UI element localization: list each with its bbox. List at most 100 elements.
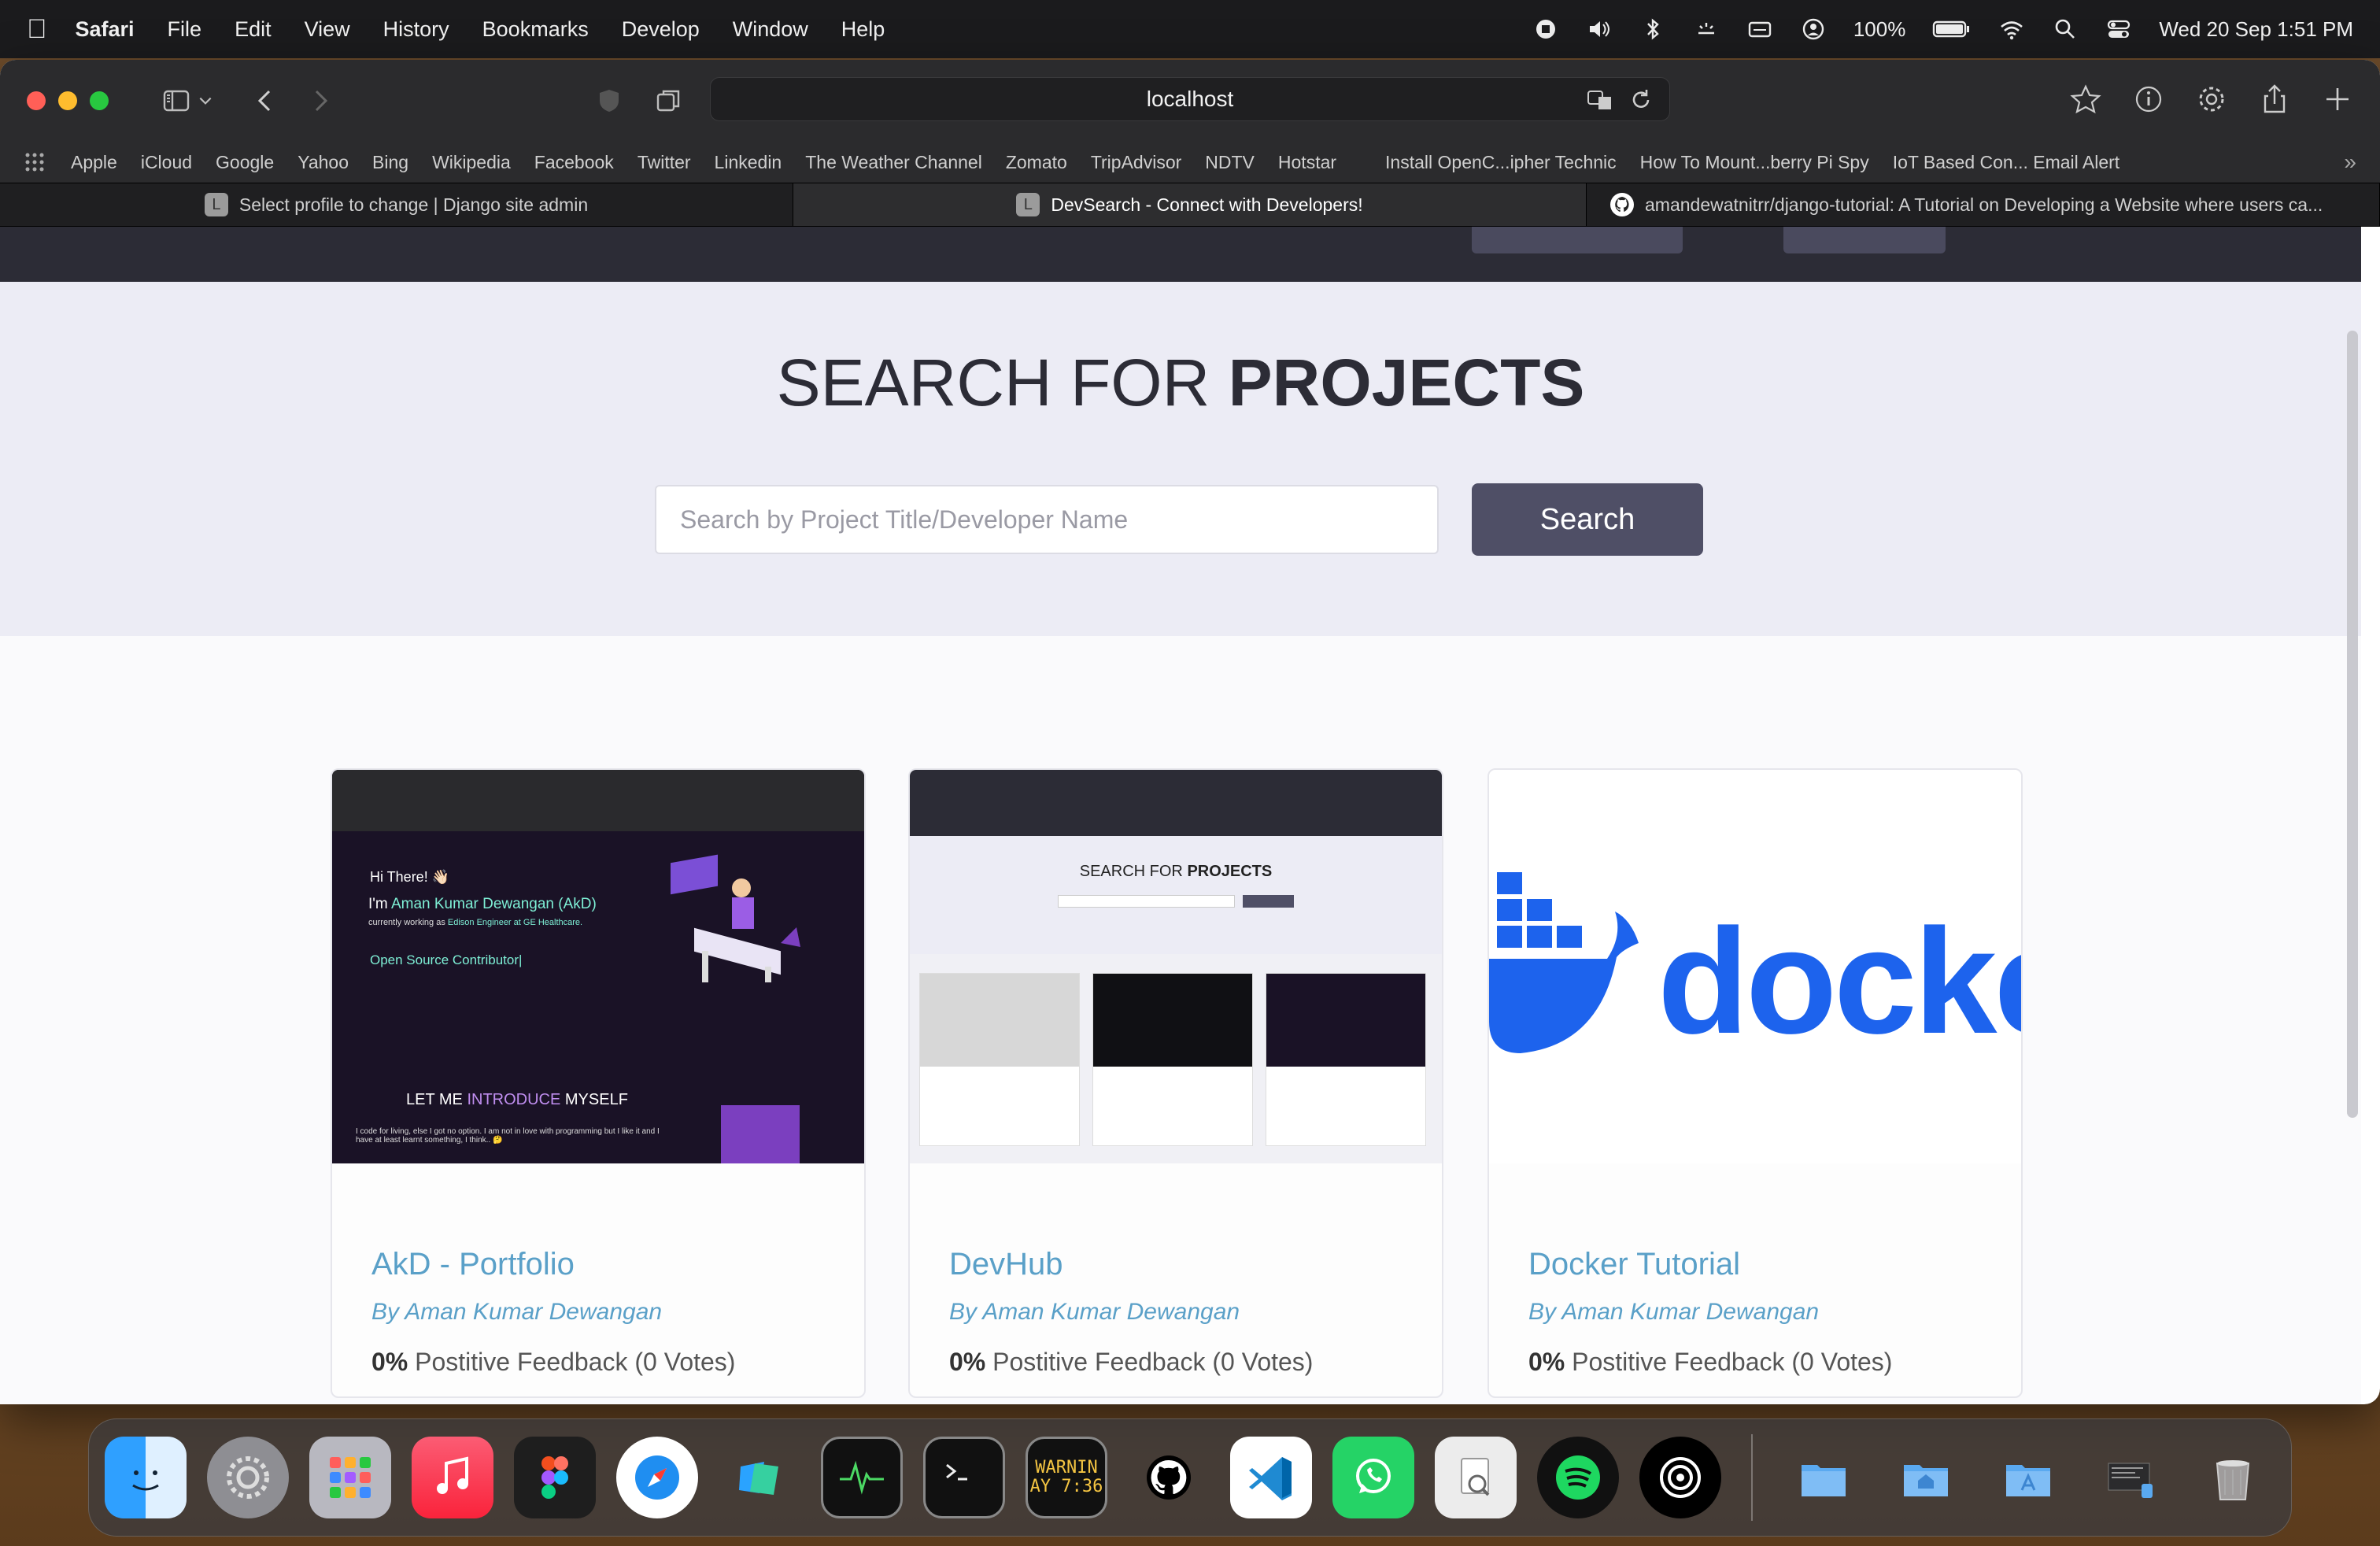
share-icon[interactable]: [2259, 83, 2290, 115]
settings-gear-icon[interactable]: [2196, 83, 2227, 115]
project-author[interactable]: By Aman Kumar Dewangan: [1528, 1299, 1819, 1326]
project-card[interactable]: docke Docker Tutorial By Aman Kumar Dewa…: [1488, 768, 2023, 1398]
bookmark-hotstar[interactable]: Hotstar: [1278, 152, 1336, 173]
tab-overview-icon[interactable]: [652, 83, 686, 118]
menu-develop[interactable]: Develop: [622, 17, 700, 42]
bookmark-apple[interactable]: Apple: [71, 152, 117, 173]
trash-icon[interactable]: [2192, 1437, 2274, 1518]
spotlight-search-icon[interactable]: [2052, 16, 2079, 43]
project-card[interactable]: Hi There! 👋🏻 I'm Aman Kumar Dewangan (Ak…: [331, 768, 866, 1398]
project-author[interactable]: By Aman Kumar Dewangan: [949, 1299, 1240, 1326]
close-window-button[interactable]: [27, 91, 46, 110]
console-icon[interactable]: WARNIN AY 7:36: [1026, 1437, 1107, 1518]
launchpad-icon[interactable]: [309, 1437, 391, 1518]
spotify-icon[interactable]: [1537, 1437, 1619, 1518]
control-center-icon[interactable]: [2105, 16, 2132, 43]
bookmark-wikipedia[interactable]: Wikipedia: [432, 152, 511, 173]
menu-file[interactable]: File: [168, 17, 202, 42]
tab-devsearch[interactable]: L DevSearch - Connect with Developers!: [793, 183, 1587, 226]
bookmark-install-openc[interactable]: Install OpenC...ipher Technic: [1385, 152, 1617, 173]
bookmark-google[interactable]: Google: [216, 152, 274, 173]
forward-icon[interactable]: [302, 83, 337, 118]
menu-history[interactable]: History: [383, 17, 449, 42]
translate-icon[interactable]: [1586, 86, 1614, 114]
whatsapp-icon[interactable]: [1332, 1437, 1414, 1518]
bookmark-star-icon[interactable]: [2070, 83, 2101, 115]
bookmark-zomato[interactable]: Zomato: [1006, 152, 1067, 173]
vscode-icon[interactable]: [1230, 1437, 1312, 1518]
menu-window[interactable]: Window: [733, 17, 808, 42]
bookmark-icloud[interactable]: iCloud: [141, 152, 192, 173]
address-bar[interactable]: localhost: [710, 77, 1670, 121]
bookmark-how-to-mount[interactable]: How To Mount...berry Pi Spy: [1640, 152, 1869, 173]
project-title[interactable]: AkD - Portfolio: [371, 1247, 575, 1282]
zoom-window-button[interactable]: [90, 91, 109, 110]
bookmarks-overflow-icon[interactable]: »: [2344, 150, 2356, 175]
chevron-down-icon[interactable]: [194, 83, 217, 118]
tab-github-repo[interactable]: amandewatnitrr/django-tutorial: A Tutori…: [1587, 183, 2380, 226]
screen-record-icon[interactable]: [1532, 16, 1559, 43]
project-card[interactable]: SEARCH FOR PROJECTS DevHub By Aman Kumar…: [908, 768, 1443, 1398]
new-tab-icon[interactable]: [2322, 83, 2353, 115]
applications-folder-icon[interactable]: [1987, 1437, 2069, 1518]
search-input[interactable]: Search by Project Title/Developer Name: [655, 485, 1439, 554]
github-desktop-icon[interactable]: [1128, 1437, 1210, 1518]
search-button[interactable]: Search: [1472, 483, 1703, 556]
info-icon[interactable]: [2133, 83, 2164, 115]
bookmark-twitter[interactable]: Twitter: [638, 152, 691, 173]
minimize-window-button[interactable]: [58, 91, 77, 110]
safari-icon[interactable]: [616, 1437, 698, 1518]
screens-icon[interactable]: [719, 1437, 800, 1518]
volume-icon[interactable]: [1586, 16, 1613, 43]
back-icon[interactable]: [249, 83, 283, 118]
menu-help[interactable]: Help: [841, 17, 885, 42]
bookmark-iot-based[interactable]: IoT Based Con... Email Alert: [1893, 152, 2120, 173]
menu-edit[interactable]: Edit: [235, 17, 272, 42]
privacy-shield-icon[interactable]: [592, 83, 626, 118]
bookmark-ndtv[interactable]: NDTV: [1205, 152, 1255, 173]
project-thumbnail[interactable]: SEARCH FOR PROJECTS: [910, 770, 1442, 1163]
logout-nav-button[interactable]: [1783, 227, 1946, 253]
bookmarks-bar: Apple iCloud Google Yahoo Bing Wikipedia…: [0, 142, 2380, 183]
terminal-icon[interactable]: [923, 1437, 1005, 1518]
project-title[interactable]: Docker Tutorial: [1528, 1247, 1740, 1282]
wifi-icon[interactable]: [1998, 16, 2025, 43]
brightness-icon[interactable]: [1693, 16, 1720, 43]
folder-icon[interactable]: [1783, 1437, 1864, 1518]
bookmark-yahoo[interactable]: Yahoo: [298, 152, 349, 173]
menu-view[interactable]: View: [305, 17, 350, 42]
music-icon[interactable]: [412, 1437, 493, 1518]
bookmark-tripadvisor[interactable]: TripAdvisor: [1091, 152, 1181, 173]
project-thumbnail[interactable]: Hi There! 👋🏻 I'm Aman Kumar Dewangan (Ak…: [332, 770, 864, 1163]
battery-icon[interactable]: [1932, 16, 1972, 43]
home-folder-icon[interactable]: [1885, 1437, 1967, 1518]
user-icon[interactable]: [1800, 16, 1827, 43]
activity-monitor-icon[interactable]: [821, 1437, 903, 1518]
apple-menu-icon[interactable]: : [27, 14, 47, 45]
tab-django-admin[interactable]: L Select profile to change | Django site…: [0, 183, 793, 226]
project-title[interactable]: DevHub: [949, 1247, 1063, 1282]
system-settings-icon[interactable]: [207, 1437, 289, 1518]
screenshot-stack-icon[interactable]: [2090, 1437, 2171, 1518]
project-thumbnail[interactable]: docke: [1489, 770, 2021, 1163]
preview-icon[interactable]: [1435, 1437, 1517, 1518]
sidebar-toggle-icon[interactable]: [159, 83, 194, 118]
reload-icon[interactable]: [1627, 86, 1655, 114]
keyboard-icon[interactable]: [1746, 16, 1773, 43]
bookmark-weather-channel[interactable]: The Weather Channel: [805, 152, 982, 173]
bluetooth-icon[interactable]: [1639, 16, 1666, 43]
bookmark-bing[interactable]: Bing: [372, 152, 408, 173]
menu-clock[interactable]: Wed 20 Sep 1:51 PM: [2159, 17, 2353, 42]
add-project-nav-button[interactable]: [1472, 227, 1683, 253]
bookmarks-grid-icon[interactable]: [24, 151, 46, 173]
notchmeister-icon[interactable]: [1639, 1437, 1721, 1518]
page-scrollbar[interactable]: [2347, 331, 2358, 1118]
project-author[interactable]: By Aman Kumar Dewangan: [371, 1299, 662, 1326]
bookmark-linkedin[interactable]: Linkedin: [715, 152, 782, 173]
bookmark-facebook[interactable]: Facebook: [534, 152, 614, 173]
menu-app-name[interactable]: Safari: [76, 17, 135, 42]
menu-bookmarks[interactable]: Bookmarks: [482, 17, 589, 42]
thumb-name: I'm Aman Kumar Dewangan (AkD): [368, 896, 597, 912]
figma-icon[interactable]: [514, 1437, 596, 1518]
finder-icon[interactable]: [105, 1437, 187, 1518]
